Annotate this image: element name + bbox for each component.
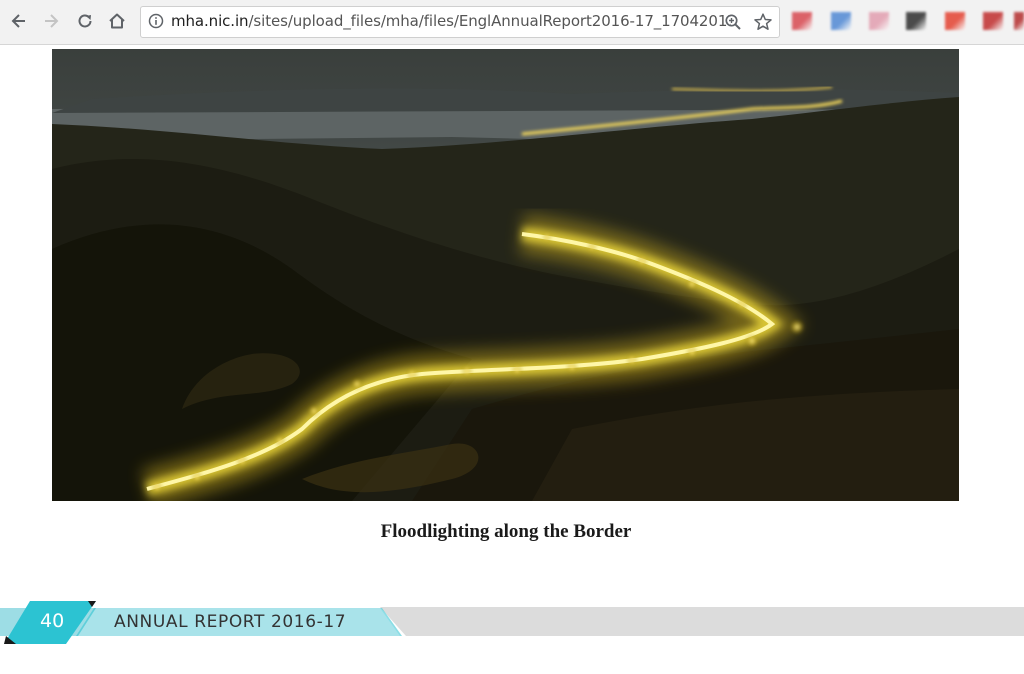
url-path: /sites/upload_files/mha/files/EnglAnnual… bbox=[248, 12, 731, 30]
arrow-right-icon bbox=[45, 14, 59, 28]
zoom-icon[interactable] bbox=[724, 13, 742, 31]
reload-icon bbox=[78, 14, 92, 28]
extension-icon-6[interactable] bbox=[983, 12, 1003, 30]
home-icon bbox=[109, 13, 125, 29]
extension-icon-2[interactable] bbox=[831, 12, 851, 30]
bookmark-star-icon[interactable] bbox=[753, 12, 773, 32]
home-button[interactable] bbox=[104, 8, 130, 34]
info-icon[interactable] bbox=[148, 13, 164, 29]
browser-toolbar: mha.nic.in/sites/upload_files/mha/files/… bbox=[0, 0, 1024, 45]
forward-button[interactable] bbox=[38, 8, 64, 34]
back-button[interactable] bbox=[6, 8, 32, 34]
url-host: mha.nic.in bbox=[171, 12, 249, 30]
photo-caption: Floodlighting along the Border bbox=[380, 521, 632, 542]
report-title: ANNUAL REPORT 2016-17 bbox=[114, 612, 347, 632]
page-footer: 40 ANNUAL REPORT 2016-17 bbox=[0, 600, 1024, 648]
reload-button[interactable] bbox=[72, 8, 98, 34]
border-floodlight-photo bbox=[52, 49, 959, 501]
extension-icon-7[interactable] bbox=[1014, 12, 1024, 30]
extension-icon-3[interactable] bbox=[869, 12, 889, 30]
extension-icon-4[interactable] bbox=[906, 12, 926, 30]
extension-icon-5[interactable] bbox=[945, 12, 965, 30]
address-bar[interactable]: mha.nic.in/sites/upload_files/mha/files/… bbox=[140, 6, 780, 38]
extension-icon-1[interactable] bbox=[792, 12, 812, 30]
arrow-left-icon bbox=[11, 14, 25, 28]
url-text[interactable]: mha.nic.in/sites/upload_files/mha/files/… bbox=[171, 12, 731, 30]
page-number: 40 bbox=[40, 610, 65, 632]
